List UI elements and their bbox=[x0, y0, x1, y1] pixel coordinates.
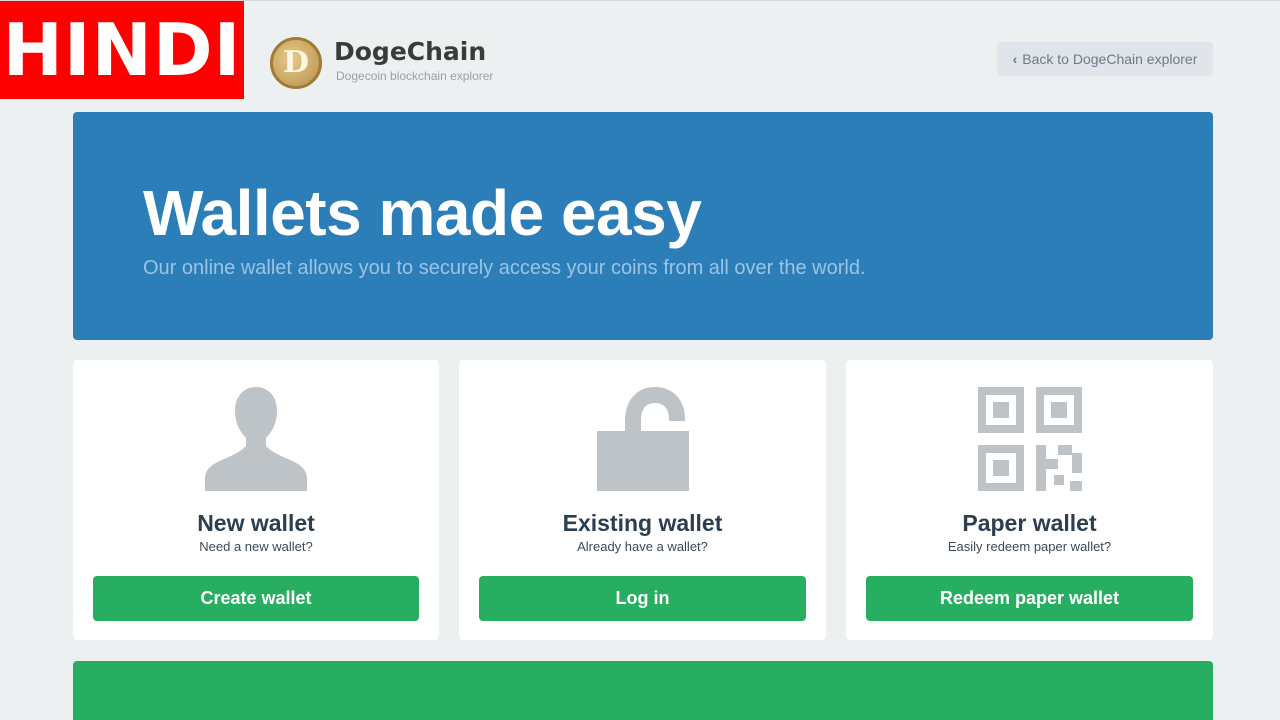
dogecoin-logo-icon: D bbox=[270, 37, 322, 89]
existing-wallet-card: Existing wallet Already have a wallet? L… bbox=[459, 360, 826, 640]
hindi-label-badge: HINDI bbox=[0, 1, 244, 99]
footer-banner bbox=[73, 661, 1213, 720]
unlock-icon bbox=[596, 387, 689, 491]
card-subtitle: Easily redeem paper wallet? bbox=[947, 539, 1112, 554]
card-subtitle: Already have a wallet? bbox=[577, 539, 708, 554]
redeem-paper-wallet-button[interactable]: Redeem paper wallet bbox=[866, 576, 1193, 621]
create-wallet-button[interactable]: Create wallet bbox=[93, 576, 419, 621]
brand[interactable]: D DogeChain Dogecoin blockchain explorer bbox=[270, 37, 493, 89]
hero-title: Wallets made easy bbox=[143, 177, 702, 249]
paper-wallet-card: Paper wallet Easily redeem paper wallet?… bbox=[846, 360, 1213, 640]
card-title: Existing wallet bbox=[562, 510, 723, 536]
back-button-label: Back to DogeChain explorer bbox=[1022, 51, 1198, 67]
card-title: New wallet bbox=[197, 510, 315, 536]
chevron-left-icon: ‹ bbox=[1012, 51, 1018, 67]
back-to-explorer-button[interactable]: ‹ Back to DogeChain explorer bbox=[997, 42, 1213, 76]
card-title: Paper wallet bbox=[962, 510, 1097, 536]
log-in-button[interactable]: Log in bbox=[479, 576, 806, 621]
hero-banner: Wallets made easy Our online wallet allo… bbox=[73, 112, 1213, 340]
new-wallet-card: New wallet Need a new wallet? Create wal… bbox=[73, 360, 439, 640]
user-icon bbox=[205, 387, 307, 491]
brand-name: DogeChain bbox=[334, 37, 487, 66]
hero-subtitle: Our online wallet allows you to securely… bbox=[143, 257, 866, 279]
brand-tagline: Dogecoin blockchain explorer bbox=[336, 69, 494, 83]
card-subtitle: Need a new wallet? bbox=[199, 539, 313, 554]
qr-code-icon bbox=[977, 387, 1082, 491]
